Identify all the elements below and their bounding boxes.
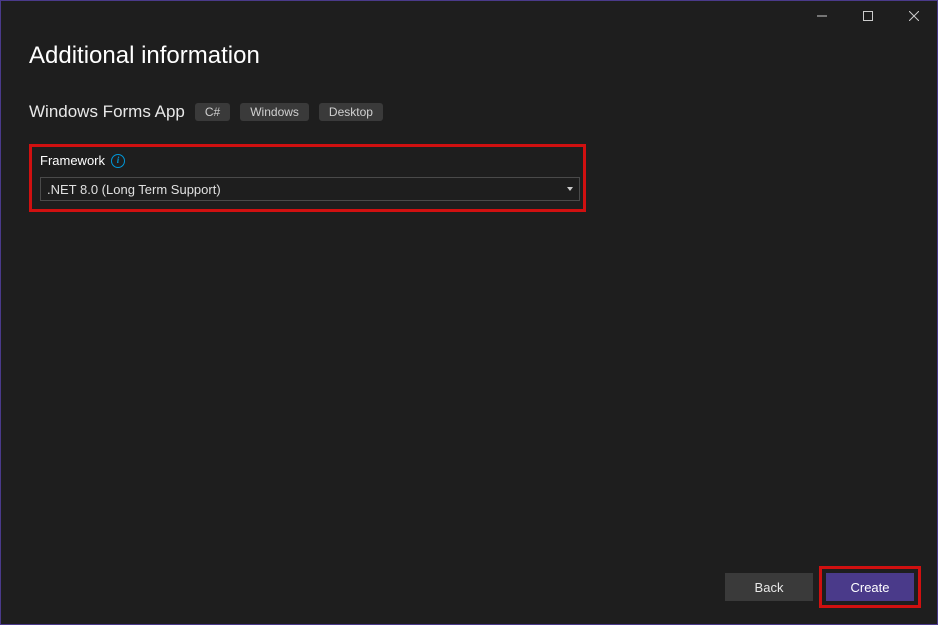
subtitle-row: Windows Forms App C# Windows Desktop xyxy=(29,102,909,122)
tag-type: Desktop xyxy=(319,103,383,121)
window-controls xyxy=(799,1,937,31)
tag-platform: Windows xyxy=(240,103,309,121)
page-title: Additional information xyxy=(29,42,909,70)
title-bar xyxy=(1,1,937,31)
info-icon[interactable]: i xyxy=(111,154,125,168)
maximize-button[interactable] xyxy=(845,1,891,31)
footer-buttons: Back Create xyxy=(725,566,921,608)
close-button[interactable] xyxy=(891,1,937,31)
create-button[interactable]: Create xyxy=(826,573,914,601)
dialog-window: Additional information Windows Forms App… xyxy=(0,0,938,625)
minimize-button[interactable] xyxy=(799,1,845,31)
template-name: Windows Forms App xyxy=(29,102,185,122)
back-button[interactable]: Back xyxy=(725,573,813,601)
chevron-down-icon xyxy=(567,187,573,191)
framework-label: Framework xyxy=(40,153,105,168)
minimize-icon xyxy=(817,11,827,21)
close-icon xyxy=(909,11,919,21)
framework-label-row: Framework i xyxy=(40,153,575,168)
maximize-icon xyxy=(863,11,873,21)
framework-selected-value: .NET 8.0 (Long Term Support) xyxy=(47,182,221,197)
create-highlight: Create xyxy=(819,566,921,608)
framework-dropdown[interactable]: .NET 8.0 (Long Term Support) xyxy=(40,177,580,201)
tag-language: C# xyxy=(195,103,230,121)
content-area: Additional information Windows Forms App… xyxy=(1,31,937,624)
framework-highlight: Framework i .NET 8.0 (Long Term Support) xyxy=(29,144,586,212)
